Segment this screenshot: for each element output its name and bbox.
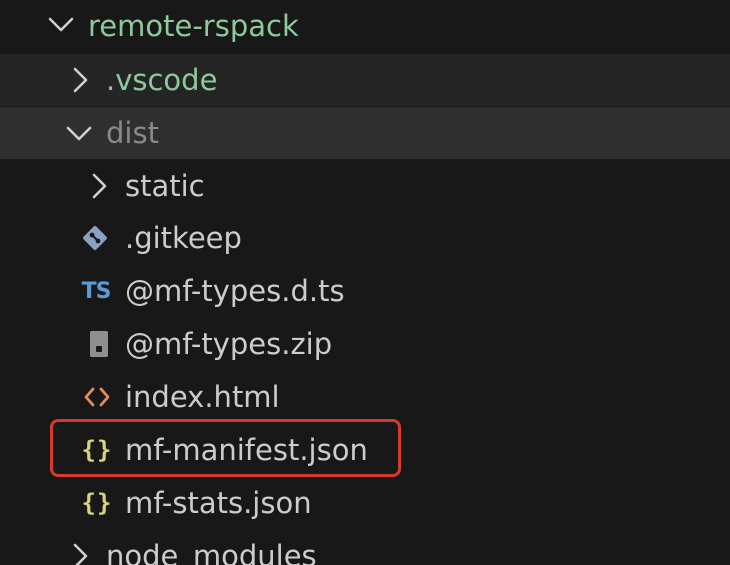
tree-item-dist[interactable]: dist [0,107,730,159]
tree-item-label: .vscode [106,63,218,97]
tree-item-label: mf-manifest.json [125,433,368,467]
tree-item-label: mf-stats.json [125,486,312,520]
chevron-right-icon[interactable] [72,543,88,565]
json-icon: {} [81,489,113,517]
tree-item-mf-types-zip[interactable]: @mf-types.zip [0,318,730,370]
tree-item-node-modules[interactable]: node_modules [0,530,730,565]
tree-item-label: @mf-types.d.ts [125,274,345,308]
tree-item-label: static [125,169,205,203]
chevron-down-icon[interactable] [48,16,74,34]
tree-item-mf-stats-json[interactable]: {} mf-stats.json [0,477,730,529]
tree-item-static[interactable]: static [0,160,730,212]
zip-icon [84,327,114,361]
tree-item-vscode[interactable]: .vscode [0,54,730,106]
tree-item-remote-rspack[interactable]: remote-rspack [0,0,730,52]
tree-item-label: @mf-types.zip [125,327,333,361]
git-icon [80,221,110,255]
tree-item-label: dist [106,116,159,150]
chevron-down-icon[interactable] [66,125,92,143]
tree-item-label: index.html [125,380,280,414]
file-explorer: remote-rspack .vscode dist static .gitke… [0,0,730,565]
html-icon [82,380,112,414]
tree-item-label: .gitkeep [125,221,242,255]
chevron-right-icon[interactable] [72,67,88,93]
tree-item-label: remote-rspack [88,9,299,43]
tree-item-label: node_modules [106,539,317,565]
tree-item-mf-manifest-json[interactable]: {} mf-manifest.json [0,424,730,476]
tree-item-gitkeep[interactable]: .gitkeep [0,212,730,264]
json-icon: {} [81,436,113,464]
chevron-right-icon[interactable] [91,173,107,199]
tree-item-mf-types-dts[interactable]: TS @mf-types.d.ts [0,265,730,317]
typescript-icon: TS [81,278,112,304]
tree-item-index-html[interactable]: index.html [0,371,730,423]
